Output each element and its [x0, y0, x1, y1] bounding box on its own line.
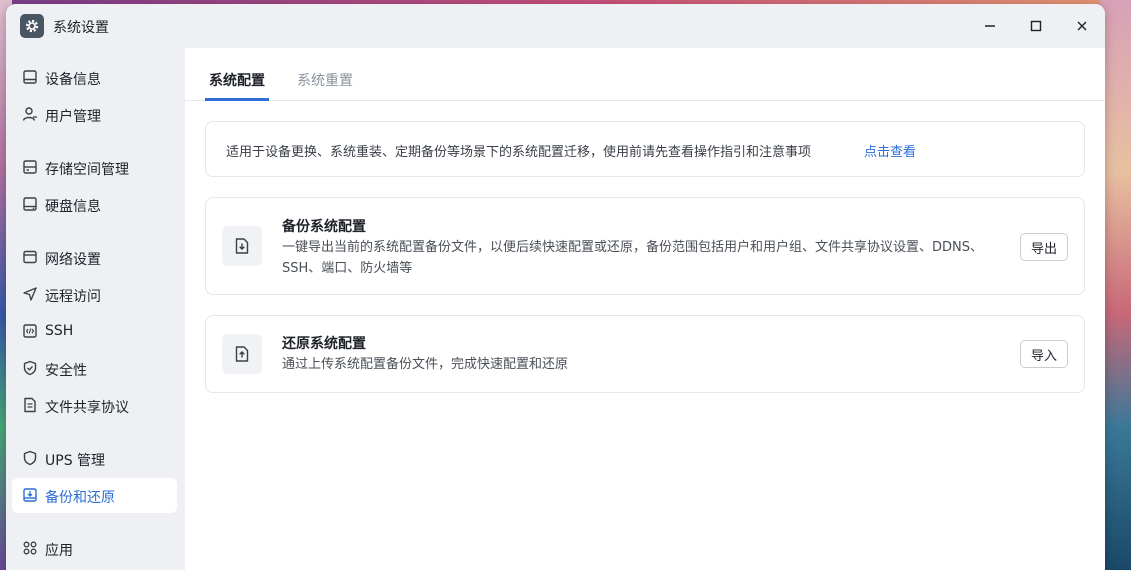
gear-icon	[20, 14, 44, 38]
device-icon	[23, 70, 37, 84]
notice-text: 适用于设备更换、系统重装、定期备份等场景下的系统配置迁移，使用前请先查看操作指引…	[226, 145, 812, 160]
sidebar-item-label: 网络设置	[45, 252, 101, 268]
sidebar-item-apps[interactable]: 应用	[12, 531, 177, 566]
window-title: 系统设置	[53, 20, 109, 36]
sidebar-item-label: 用户管理	[45, 109, 101, 125]
sidebar-item-label: 应用	[45, 543, 73, 559]
card-description: 一键导出当前的系统配置备份文件，以便后续快速配置或还原，备份范围包括用户和用户组…	[282, 240, 983, 276]
code-icon	[23, 324, 37, 338]
sidebar-item-device-info[interactable]: 设备信息	[12, 60, 177, 95]
sidebar-item-label: 存储空间管理	[45, 162, 129, 178]
sidebar-item-label: 远程访问	[45, 289, 101, 305]
tab-system-reset[interactable]: 系统重置	[297, 70, 353, 90]
upload-file-icon	[222, 334, 262, 374]
backup-icon	[23, 488, 37, 502]
network-icon	[23, 250, 37, 264]
title-bar[interactable]: 系统设置	[6, 4, 1105, 48]
sidebar-item-ssh[interactable]: SSH	[12, 314, 177, 349]
view-guide-link[interactable]: 点击查看	[864, 141, 916, 160]
shield-icon	[23, 450, 37, 466]
apps-icon	[23, 541, 37, 555]
sidebar-item-file-sharing[interactable]: 文件共享协议	[12, 388, 177, 423]
sidebar-item-backup-restore[interactable]: 备份和还原	[12, 478, 177, 513]
disk-icon	[23, 197, 37, 211]
backup-config-card: 备份系统配置 一键导出当前的系统配置备份文件，以便后续快速配置或还原，备份范围包…	[205, 197, 1085, 295]
close-button[interactable]	[1071, 15, 1093, 37]
sidebar-item-security[interactable]: 安全性	[12, 351, 177, 386]
settings-window: 系统设置 设备信息 用户管理 存储空间管理 硬盘信息 网络设置 远程访问 SSH…	[6, 4, 1105, 570]
card-description: 通过上传系统配置备份文件，完成快速配置和还原	[282, 357, 569, 372]
send-icon	[23, 287, 37, 301]
sidebar: 设备信息 用户管理 存储空间管理 硬盘信息 网络设置 远程访问 SSH 安全性	[6, 48, 185, 570]
card-title: 备份系统配置	[282, 219, 366, 235]
close-icon	[1077, 21, 1087, 31]
download-file-icon	[222, 226, 262, 266]
sidebar-item-label: 文件共享协议	[45, 400, 129, 416]
sidebar-item-network[interactable]: 网络设置	[12, 240, 177, 275]
active-tab-indicator	[205, 98, 269, 101]
notice-banner: 适用于设备更换、系统重装、定期备份等场景下的系统配置迁移，使用前请先查看操作指引…	[205, 121, 1085, 177]
document-icon	[24, 397, 36, 413]
export-button[interactable]: 导出	[1020, 233, 1068, 261]
user-icon	[22, 107, 37, 121]
sidebar-item-user-management[interactable]: 用户管理	[12, 97, 177, 132]
sidebar-item-storage[interactable]: 存储空间管理	[12, 150, 177, 185]
sidebar-item-label: 备份和还原	[45, 490, 115, 506]
sidebar-item-remote-access[interactable]: 远程访问	[12, 277, 177, 312]
sidebar-item-label: UPS 管理	[45, 453, 106, 469]
tab-system-config[interactable]: 系统配置	[209, 70, 265, 90]
sidebar-item-ups[interactable]: UPS 管理	[12, 441, 177, 476]
sidebar-item-label: 安全性	[45, 363, 87, 379]
maximize-button[interactable]	[1025, 15, 1047, 37]
import-button[interactable]: 导入	[1020, 340, 1068, 368]
sidebar-item-label: 硬盘信息	[45, 199, 101, 215]
shield-check-icon	[23, 360, 37, 376]
tab-bar: 系统配置 系统重置	[185, 48, 1105, 101]
card-title: 还原系统配置	[282, 336, 366, 352]
sidebar-item-label: 设备信息	[45, 72, 101, 88]
sidebar-item-label: SSH	[45, 323, 74, 339]
minimize-button[interactable]	[979, 15, 1001, 37]
restore-config-card: 还原系统配置 通过上传系统配置备份文件，完成快速配置和还原 导入	[205, 315, 1085, 393]
sidebar-item-disk-info[interactable]: 硬盘信息	[12, 187, 177, 222]
minimize-icon	[985, 25, 995, 27]
maximize-icon	[1030, 20, 1042, 32]
storage-icon	[23, 160, 37, 174]
main-content: 系统配置 系统重置 适用于设备更换、系统重装、定期备份等场景下的系统配置迁移，使…	[185, 48, 1105, 570]
